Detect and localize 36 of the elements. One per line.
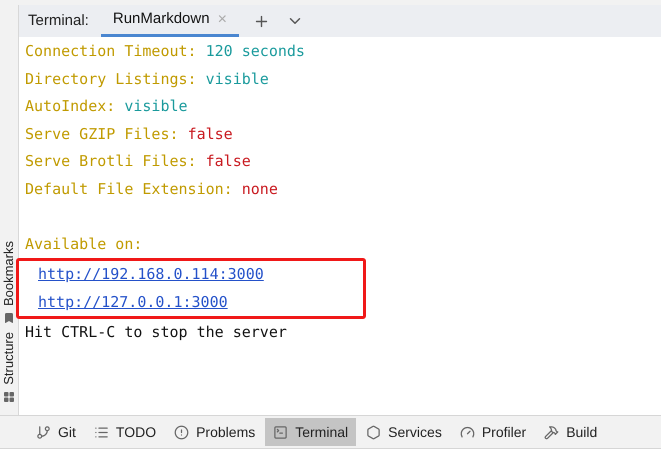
output-text: Hit CTRL-C to stop the server [25,323,287,341]
side-tool-button[interactable]: Structure [0,332,19,403]
services-icon [366,424,382,440]
tool-window-button[interactable]: TODO [86,418,164,446]
build-icon [544,424,560,440]
output-heading: Available on: [25,234,142,252]
url-link[interactable]: http://127.0.0.1:3000 [38,292,228,310]
setting-value: visible [206,70,269,88]
problems-icon [174,424,190,440]
profiler-icon [460,424,475,440]
tool-window-button[interactable]: Terminal [265,418,356,446]
setting-value: none [242,180,278,198]
setting-label: AutoIndex: [25,97,116,115]
setting-value: visible [124,97,188,115]
setting-label: Serve GZIP Files: [25,124,179,142]
setting-value: 120 seconds [206,42,305,60]
setting-value: false [188,124,233,142]
terminal-tab[interactable]: RunMarkdown × [100,5,239,37]
tool-window-button[interactable]: Git [28,418,84,446]
setting-label: Serve Brotli Files: [25,152,197,170]
setting-label: Default File Extension: [25,180,233,198]
tool-window-button[interactable]: Services [358,418,450,446]
bookmark-icon [3,312,15,324]
tool-window-button[interactable]: Problems [166,418,264,446]
list-icon [94,424,109,440]
url-link[interactable]: http://192.168.0.114:3000 [38,265,264,283]
tool-window-button[interactable]: Profiler [452,418,534,446]
git-icon [36,424,51,440]
terminal-label: Terminal: [28,10,89,31]
grid-icon [3,391,15,403]
setting-label: Connection Timeout: [25,42,197,60]
side-tool-button[interactable]: Bookmarks [0,241,19,324]
terminal-icon [273,424,288,440]
setting-value: false [206,152,251,170]
tool-window-button[interactable]: Build [536,418,606,446]
setting-label: Directory Listings: [25,70,197,88]
